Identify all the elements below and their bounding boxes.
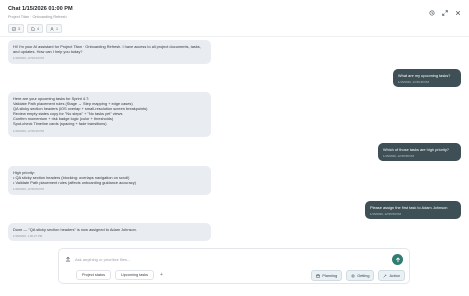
send-button[interactable] <box>392 254 403 265</box>
message-timestamp: 1/15/2026, 12:59:46 PM <box>13 128 44 133</box>
user-message: Please assign the first task to Adam Joh… <box>365 201 461 219</box>
document-icon <box>31 26 35 31</box>
expand-icon[interactable] <box>441 9 448 16</box>
user-message: What are my upcoming tasks? 1/15/2026, 1… <box>393 69 461 87</box>
settings-icon <box>351 273 355 278</box>
tasks-badge[interactable]: 3 <box>8 24 24 33</box>
planning-mode-button[interactable]: Planning <box>311 270 343 281</box>
message-text: What are my upcoming tasks? <box>398 73 451 78</box>
message-text: Done — "QA sticky section headers" is no… <box>13 227 137 232</box>
chat-header: Chat 1/15/2026 01:00 PM Project Titan · … <box>0 0 469 37</box>
message-timestamp: 1/15/2026, 12:59:59 PM <box>13 187 44 192</box>
message-timestamp: 1/15/2026, 12:59:23 PM <box>13 56 44 61</box>
getting-label: Getting <box>357 273 370 278</box>
close-icon[interactable] <box>454 9 461 16</box>
message-text: Hi! I'm your AI assistant for Project Ti… <box>13 44 201 55</box>
message-timestamp: 1/15/2026, 1:00:27 PM <box>13 234 43 239</box>
action-mode-button[interactable]: Action <box>378 270 405 281</box>
documents-count: 4 <box>37 26 39 31</box>
message-text: Here are your upcoming tasks for Sprint … <box>13 96 148 127</box>
message-input[interactable] <box>75 255 375 263</box>
assistant-message: Hi! I'm your AI assistant for Project Ti… <box>8 40 211 64</box>
upcoming-tasks-chip[interactable]: Upcoming tasks <box>115 270 155 280</box>
people-badge[interactable]: 1 <box>46 24 62 33</box>
project-subtitle: Project Titan · Onboarding Refresh <box>8 15 67 19</box>
send-arrow-icon <box>395 256 400 262</box>
message-timestamp: 1/15/2026, 12:59:58 PM <box>383 154 414 159</box>
add-chip-button[interactable]: + <box>160 271 163 279</box>
people-icon <box>50 26 54 31</box>
documents-badge[interactable]: 4 <box>27 24 43 33</box>
context-badges: 3 4 1 <box>8 24 62 33</box>
people-count: 1 <box>56 26 58 31</box>
message-text: High priority: • QA sticky section heade… <box>13 170 136 186</box>
message-text: Which of those tasks are high priority? <box>383 147 449 152</box>
getting-mode-button[interactable]: Getting <box>346 270 375 281</box>
planning-icon <box>316 273 321 278</box>
project-status-chip[interactable]: Project status <box>76 270 112 280</box>
attach-icon[interactable] <box>65 256 71 262</box>
tasks-count: 3 <box>18 26 20 31</box>
planning-label: Planning <box>322 273 338 278</box>
message-composer: Project status Upcoming tasks + Planning… <box>58 248 410 284</box>
assistant-message: Here are your upcoming tasks for Sprint … <box>8 92 211 137</box>
message-text: Please assign the first task to Adam Joh… <box>370 205 448 210</box>
user-message: Which of those tasks are high priority? … <box>378 143 461 161</box>
action-icon <box>383 273 388 278</box>
message-timestamp: 1/15/2026, 12:59:45 PM <box>398 80 429 85</box>
task-icon <box>12 26 16 31</box>
assistant-message: Done — "QA sticky section headers" is no… <box>8 223 211 241</box>
assistant-message: High priority: • QA sticky section heade… <box>8 166 211 195</box>
chat-title: Chat 1/15/2026 01:00 PM <box>8 6 73 12</box>
history-icon[interactable] <box>428 9 435 16</box>
action-label: Action <box>389 273 400 278</box>
message-timestamp: 1/15/2026, 12:59:59 PM <box>370 212 401 217</box>
